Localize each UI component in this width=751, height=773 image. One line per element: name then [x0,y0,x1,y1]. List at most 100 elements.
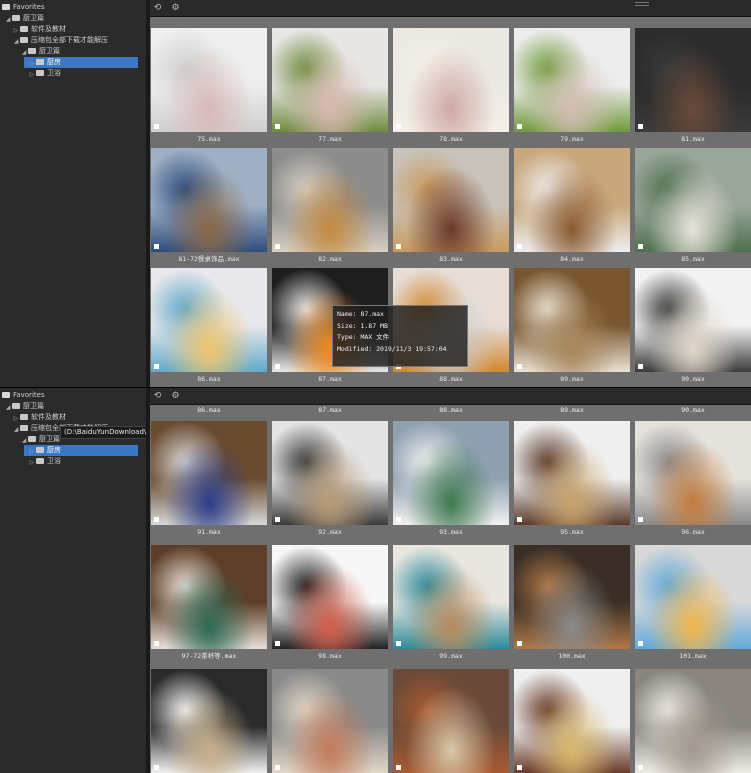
thumbnail-checkbox[interactable] [638,765,643,770]
thumbnail-item[interactable]: 79.max [514,28,630,148]
thumbnail-image[interactable] [393,669,509,773]
thumbnail-item[interactable]: 84.max [514,148,630,268]
thumbnail-image[interactable] [514,421,630,525]
expand-arrow-icon[interactable]: ◢ [12,424,20,435]
tree-item-bathroom[interactable]: ▷ 卫浴 [28,68,61,79]
thumbnail-checkbox[interactable] [396,244,401,249]
thumbnail-item[interactable]: 75.max [151,28,267,148]
thumbnail-checkbox[interactable] [275,124,280,129]
thumbnail-image[interactable] [272,421,388,525]
tree-item-kitchen-bath-sub[interactable]: ◢ 厨卫篇 [20,46,60,57]
thumbnail-checkbox[interactable] [275,765,280,770]
thumbnail-checkbox[interactable] [517,641,522,646]
thumbnail-checkbox[interactable] [275,364,280,369]
thumbnail-image[interactable] [393,148,509,252]
tree-item-kitchen[interactable]: ▷ 厨房 [28,57,61,68]
tree-root-favorites[interactable]: Favorites [2,390,45,401]
thumbnail-checkbox[interactable] [154,124,159,129]
thumbnail-checkbox[interactable] [154,517,159,522]
collapse-arrow-icon[interactable]: ▷ [28,69,36,80]
thumbnail-image[interactable] [514,28,630,132]
thumbnail-item[interactable] [635,669,751,773]
thumbnail-item[interactable]: 82.max [272,148,388,268]
refresh-icon[interactable]: ⟲ [152,391,163,401]
thumbnail-checkbox[interactable] [396,641,401,646]
thumbnail-checkbox[interactable] [517,765,522,770]
thumbnail-item[interactable] [393,669,509,773]
thumbnail-image[interactable] [151,545,267,649]
thumbnail-item[interactable]: 92.max [272,421,388,541]
thumbnail-item[interactable] [272,669,388,773]
thumbnail-item[interactable]: 78.max [393,28,509,148]
thumbnail-checkbox[interactable] [517,517,522,522]
thumbnail-image[interactable] [272,669,388,773]
thumbnail-item[interactable]: 100.max [514,545,630,665]
thumbnail-image[interactable] [514,669,630,773]
thumbnail-item[interactable] [151,669,267,773]
thumbnail-checkbox[interactable] [638,517,643,522]
thumbnail-image[interactable] [514,268,630,372]
thumbnail-checkbox[interactable] [154,364,159,369]
thumbnail-checkbox[interactable] [396,124,401,129]
collapse-arrow-icon[interactable]: ▷ [28,457,36,468]
collapse-arrow-icon[interactable]: ▷ [28,58,36,69]
thumbnail-item[interactable]: 97-72茶杯等.max [151,545,267,665]
thumbnail-image[interactable] [635,669,751,773]
thumbnail-checkbox[interactable] [275,244,280,249]
tree-item-kitchen[interactable]: ▷ 厨房 [28,445,61,456]
tree-item-kitchen-bath[interactable]: ◢ 厨卫篇 [4,13,44,24]
thumbnail-item[interactable]: 83.max [393,148,509,268]
refresh-icon[interactable]: ⟲ [152,3,163,13]
thumbnail-item[interactable]: 89.max [514,268,630,387]
settings-icon[interactable]: ⚙ [170,391,181,401]
tree-item-software[interactable]: ▷ 软件及教材 [12,24,66,35]
thumbnail-image[interactable] [393,545,509,649]
thumbnail-checkbox[interactable] [275,517,280,522]
thumbnail-image[interactable] [514,545,630,649]
thumbnail-checkbox[interactable] [638,124,643,129]
thumbnail-image[interactable] [272,28,388,132]
thumbnail-checkbox[interactable] [275,641,280,646]
collapse-arrow-icon[interactable]: ▷ [12,25,20,36]
thumbnail-item[interactable]: 81-72餐桌饰品.max [151,148,267,268]
collapse-arrow-icon[interactable]: ▷ [12,413,20,424]
expand-arrow-icon[interactable]: ◢ [4,14,12,25]
thumbnail-checkbox[interactable] [517,124,522,129]
thumbnail-image[interactable] [393,421,509,525]
thumbnail-image[interactable] [151,268,267,372]
thumbnail-checkbox[interactable] [154,244,159,249]
thumbnail-checkbox[interactable] [638,244,643,249]
thumbnail-image[interactable] [635,28,751,132]
thumbnail-checkbox[interactable] [396,517,401,522]
thumbnail-checkbox[interactable] [638,364,643,369]
thumbnail-image[interactable] [151,669,267,773]
thumbnail-image[interactable] [272,545,388,649]
thumbnail-item[interactable]: 98.max [272,545,388,665]
thumbnail-item[interactable]: 95.max [514,421,630,541]
thumbnail-checkbox[interactable] [638,641,643,646]
thumbnail-checkbox[interactable] [396,765,401,770]
thumbnail-item[interactable]: 81.max [635,28,751,148]
thumbnail-checkbox[interactable] [517,244,522,249]
tree-item-kitchen-bath-sub[interactable]: ◢ 厨卫篇 [20,434,60,445]
thumbnail-item[interactable]: 99.max [393,545,509,665]
settings-icon[interactable]: ⚙ [170,3,181,13]
thumbnail-image[interactable] [514,148,630,252]
tree-item-bathroom[interactable]: ▷ 卫浴 [28,456,61,467]
thumbnail-item[interactable]: 86.max [151,268,267,387]
tree-item-archive[interactable]: ◢压缩包全部下载才能解压 [12,35,108,46]
thumbnail-item[interactable] [514,669,630,773]
expand-arrow-icon[interactable]: ◢ [20,435,28,446]
collapse-arrow-icon[interactable]: ▷ [28,446,36,457]
thumbnail-item[interactable]: 90.max [635,268,751,387]
thumbnail-image[interactable] [151,148,267,252]
thumbnail-item[interactable]: 85.max [635,148,751,268]
thumbnail-item[interactable]: 91.max [151,421,267,541]
expand-arrow-icon[interactable]: ◢ [20,47,28,58]
thumbnail-item[interactable]: 96.max [635,421,751,541]
thumbnail-image[interactable] [151,28,267,132]
expand-arrow-icon[interactable]: ◢ [4,402,12,413]
thumbnail-image[interactable] [635,545,751,649]
tree-root-favorites[interactable]: Favorites [2,2,45,13]
thumbnail-image[interactable] [393,28,509,132]
